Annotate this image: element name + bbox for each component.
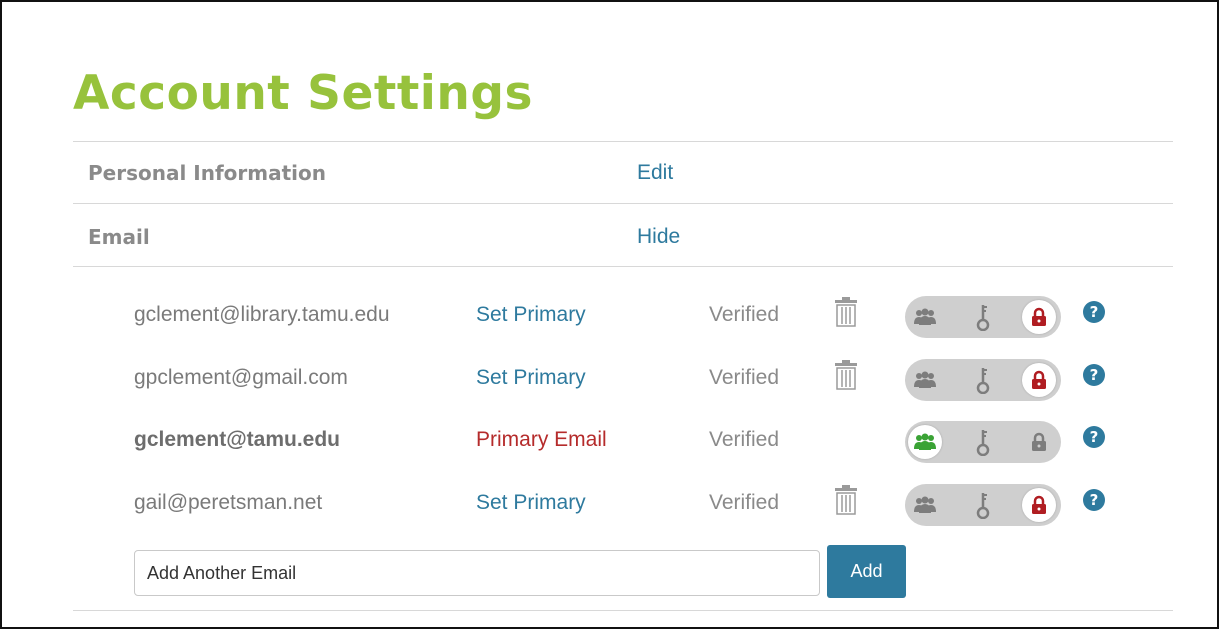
help-icon[interactable]: ? <box>1083 364 1105 386</box>
group-icon[interactable] <box>908 363 942 397</box>
add-email-button[interactable]: Add <box>827 545 906 598</box>
set-primary-link[interactable]: Set Primary <box>476 363 586 393</box>
visibility-toggle <box>905 484 1061 526</box>
visibility-toggle <box>905 421 1061 463</box>
verified-status: Verified <box>709 428 780 451</box>
email-address: gpclement@gmail.com <box>134 366 348 389</box>
divider <box>73 141 1173 142</box>
verified-status: Verified <box>709 491 780 514</box>
trash-icon[interactable] <box>834 359 858 391</box>
email-address: gail@peretsman.net <box>134 491 323 514</box>
help-icon[interactable]: ? <box>1083 489 1105 511</box>
section-label-email: Email <box>88 225 150 249</box>
trash-icon[interactable] <box>834 484 858 516</box>
help-icon[interactable]: ? <box>1083 426 1105 448</box>
hide-email-link[interactable]: Hide <box>637 223 680 251</box>
primary-email-label: Primary Email <box>476 428 607 451</box>
verified-status: Verified <box>709 366 780 389</box>
email-row: gclement@library.tamu.edu Set Primary Ve… <box>0 296 1219 350</box>
lock-icon[interactable] <box>1022 363 1056 397</box>
email-address: gclement@tamu.edu <box>134 428 341 451</box>
divider <box>73 266 1173 267</box>
verified-status: Verified <box>709 303 780 326</box>
group-icon[interactable] <box>908 488 942 522</box>
set-primary-link[interactable]: Set Primary <box>476 300 586 330</box>
visibility-toggle <box>905 359 1061 401</box>
divider <box>73 610 1173 611</box>
key-icon[interactable] <box>966 363 1000 397</box>
key-icon[interactable] <box>966 488 1000 522</box>
key-icon[interactable] <box>966 425 1000 459</box>
lock-icon[interactable] <box>1022 300 1056 334</box>
divider <box>73 203 1173 204</box>
email-row: gpclement@gmail.com Set Primary Verified… <box>0 359 1219 413</box>
set-primary-link[interactable]: Set Primary <box>476 488 586 518</box>
section-label-personal-information: Personal Information <box>88 161 326 185</box>
lock-icon[interactable] <box>1022 488 1056 522</box>
lock-icon[interactable] <box>1022 425 1056 459</box>
add-email-input[interactable] <box>134 550 820 596</box>
key-icon[interactable] <box>966 300 1000 334</box>
trash-icon[interactable] <box>834 296 858 328</box>
page-title: Account Settings <box>73 66 533 121</box>
visibility-toggle <box>905 296 1061 338</box>
help-icon[interactable]: ? <box>1083 301 1105 323</box>
group-icon[interactable] <box>908 425 942 459</box>
email-row: gail@peretsman.net Set Primary Verified … <box>0 484 1219 538</box>
edit-personal-information-link[interactable]: Edit <box>637 159 673 187</box>
email-row: gclement@tamu.edu Primary Email Verified… <box>0 421 1219 475</box>
email-address: gclement@library.tamu.edu <box>134 303 390 326</box>
group-icon[interactable] <box>908 300 942 334</box>
